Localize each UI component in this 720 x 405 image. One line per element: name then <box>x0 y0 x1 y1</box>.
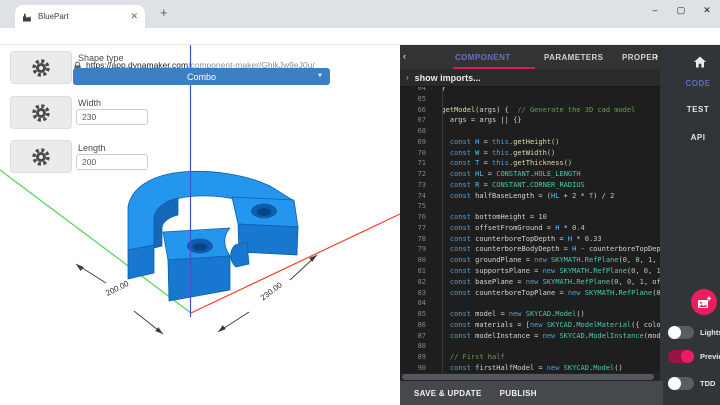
lights-toggle-row: Lights <box>668 326 720 339</box>
preview-toggle-row: Preview <box>668 350 720 363</box>
dim-arrow-icon <box>218 325 226 332</box>
tab-title: BluePart <box>38 12 130 21</box>
show-imports-label: show imports... <box>415 73 481 83</box>
editor-tab-bar: ‹ COMPONENT PARAMETERS PROPER › <box>400 45 660 69</box>
tdd-label: TDD <box>700 379 715 388</box>
right-sidebar: CODE TEST API Lights Preview TDD <box>660 45 720 405</box>
tabs-scroll-left-icon[interactable]: ‹ <box>403 51 406 61</box>
dim-arrow-icon <box>76 264 84 271</box>
editor-horizontal-scrollbar[interactable] <box>400 373 660 381</box>
code-lines[interactable]: 64 }6566 getModel(args) { // Generate th… <box>400 87 660 373</box>
tab-properties[interactable]: PROPER <box>622 53 658 62</box>
code-editor-panel: ‹ COMPONENT PARAMETERS PROPER › › show i… <box>400 45 660 405</box>
preview-label: Preview <box>700 352 720 361</box>
tabs-scroll-right-icon[interactable]: › <box>655 51 658 61</box>
lights-toggle[interactable] <box>668 326 694 339</box>
show-imports-row[interactable]: › show imports... <box>400 69 660 87</box>
chevron-right-icon: › <box>406 73 409 82</box>
gear-icon <box>31 103 51 123</box>
new-tab-button[interactable]: + <box>160 5 168 20</box>
chevron-down-icon: ▼ <box>317 73 323 79</box>
length-value: 200 <box>82 157 96 167</box>
home-icon[interactable] <box>692 54 708 69</box>
toggle-knob <box>668 326 681 339</box>
model-left-wall <box>128 245 154 279</box>
dim-arrow-icon <box>155 327 163 334</box>
scrollbar-thumb[interactable] <box>402 374 654 380</box>
sidebar-item-code[interactable]: CODE <box>676 79 720 88</box>
model-wedge <box>231 242 249 267</box>
publish-button[interactable]: PUBLISH <box>500 389 537 398</box>
indent-guide <box>442 87 443 373</box>
close-button[interactable]: ✕ <box>694 0 720 16</box>
browser-window: BluePart ✕ + – ▢ ✕ ← → ↻ https://app.dyn… <box>0 0 720 405</box>
lights-label: Lights <box>700 328 720 337</box>
maximize-button[interactable]: ▢ <box>668 0 694 16</box>
dim-length-text: 200.00 <box>104 279 130 298</box>
dimension-length: 200.00 <box>76 264 163 334</box>
browser-toolbar: ← → ↻ https://app.dynamaker.com/componen… <box>0 28 720 45</box>
param-settings-button-1[interactable] <box>10 51 72 84</box>
tab-component[interactable]: COMPONENT <box>455 53 511 62</box>
length-input[interactable]: 200 <box>76 154 148 170</box>
width-input[interactable]: 230 <box>76 109 148 125</box>
width-value: 230 <box>82 112 96 122</box>
dim-width-text: 230.00 <box>259 280 284 302</box>
gear-icon <box>31 58 51 78</box>
toggle-knob <box>681 350 694 363</box>
screenshot-fab-button[interactable] <box>691 289 717 315</box>
editor-bottom-bar: SAVE & UPDATE PUBLISH <box>400 381 663 405</box>
tab-close-icon[interactable]: ✕ <box>130 11 138 22</box>
preview-toggle[interactable] <box>668 350 694 363</box>
sidebar-item-api[interactable]: API <box>676 133 720 142</box>
sidebar-item-test[interactable]: TEST <box>676 105 720 114</box>
model-left-hole <box>193 243 208 251</box>
shape-type-label: Shape type <box>78 53 124 63</box>
model-left-block-front <box>168 256 230 301</box>
shape-type-value: Combo <box>187 72 216 82</box>
browser-tab-strip: BluePart ✕ + – ▢ ✕ <box>0 0 720 28</box>
tdd-toggle[interactable] <box>668 377 694 390</box>
window-controls: – ▢ ✕ <box>642 0 720 28</box>
param-settings-button-2[interactable] <box>10 96 72 129</box>
minimize-button[interactable]: – <box>642 0 668 15</box>
browser-tab[interactable]: BluePart ✕ <box>15 5 145 28</box>
tdd-toggle-row: TDD <box>668 377 715 390</box>
gear-icon <box>31 147 51 167</box>
length-label: Length <box>78 143 106 153</box>
tab-parameters[interactable]: PARAMETERS <box>544 53 603 62</box>
favicon-factory-icon <box>22 12 32 22</box>
toggle-knob <box>668 377 681 390</box>
add-image-icon <box>697 296 711 309</box>
cad-model[interactable] <box>128 171 298 301</box>
model-right-hole <box>257 208 272 216</box>
shape-type-dropdown[interactable]: Combo ▼ <box>73 68 330 85</box>
save-update-button[interactable]: SAVE & UPDATE <box>414 389 482 398</box>
param-settings-button-3[interactable] <box>10 140 72 173</box>
width-label: Width <box>78 98 101 108</box>
